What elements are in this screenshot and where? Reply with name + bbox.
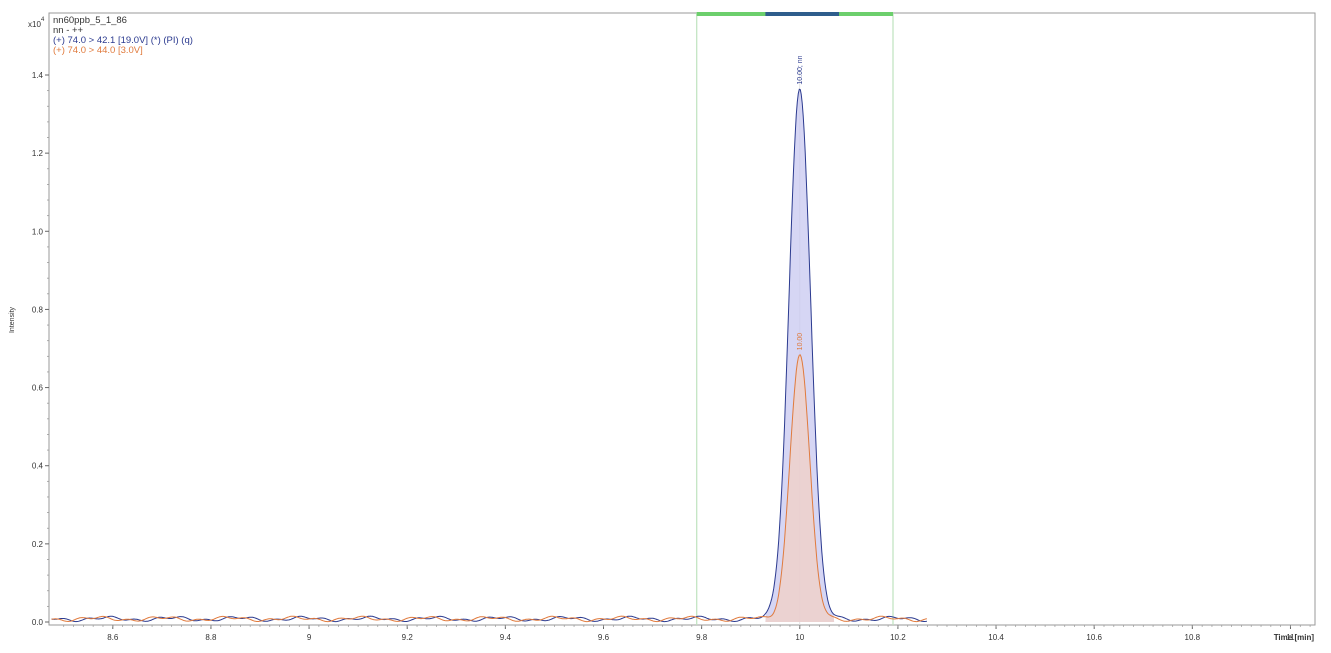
y-tick-label: 0.6 (32, 384, 44, 393)
peak-label-series-2: 10.00 (797, 333, 804, 351)
chromatogram-chart: 0.0 0.2 0.4 0.6 0.8 1.0 1.2 1.4 8.6 8.8 9 9.2 9.4 9.… (9, 12, 1316, 642)
x-tick-label: 10 (795, 633, 804, 642)
x-tick-label: 10.8 (1185, 633, 1201, 642)
legend-series-2: (+) 74.0 > 44.0 [3.0V] (53, 45, 143, 56)
x-tick-label: 10.6 (1086, 633, 1102, 642)
y-exponent-label: x10 (28, 20, 41, 29)
x-axis-label: Time [min] (1274, 633, 1315, 642)
peak-label-series-1: 10.00; nn (797, 55, 804, 84)
y-tick-label: 1.2 (32, 149, 44, 158)
y-tick-label: 0.4 (32, 462, 44, 471)
x-tick-label: 9.2 (402, 633, 414, 642)
x-tick-label: 9.4 (500, 633, 512, 642)
x-tick-label: 8.8 (205, 633, 217, 642)
peak-window-bar (765, 12, 840, 16)
x-tick-label: 8.6 (107, 633, 119, 642)
y-axis-label: Intensity (9, 306, 16, 333)
x-tick-label: 10.2 (890, 633, 906, 642)
x-tick-label: 9 (307, 633, 312, 642)
y-tick-label: 0.8 (32, 305, 44, 314)
integration-bars (696, 12, 893, 16)
y-exponent-power: 4 (41, 17, 45, 23)
x-tick-label: 10.4 (988, 633, 1004, 642)
x-axis: 8.6 8.8 9 9.2 9.4 9.6 9.8 10 10.2 10.4 10.6 10.8 11 (63, 625, 1311, 642)
y-tick-label: 1.0 (32, 227, 44, 236)
x-tick-label: 9.6 (598, 633, 610, 642)
y-tick-label: 0.2 (32, 540, 44, 549)
y-tick-label: 1.4 (32, 71, 44, 80)
x-tick-label: 9.8 (696, 633, 708, 642)
y-tick-label: 0.0 (32, 618, 44, 627)
plot-frame (48, 12, 1316, 626)
y-axis: 0.0 0.2 0.4 0.6 0.8 1.0 1.2 1.4 (32, 71, 49, 627)
